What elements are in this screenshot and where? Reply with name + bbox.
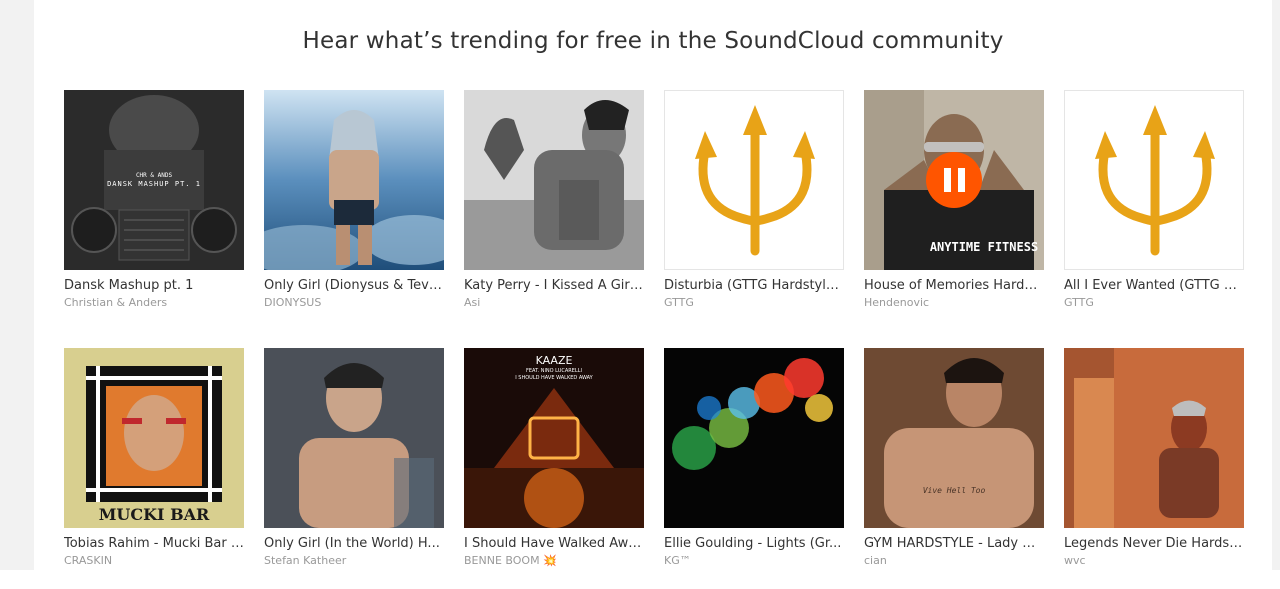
artwork-text: MUCKI BAR [98, 505, 210, 524]
track-artist[interactable]: Hendenovic [864, 296, 1044, 310]
trident-icon [665, 91, 843, 269]
artwork-image [264, 348, 444, 528]
artwork-text: ANYTIME FITNESS [929, 240, 1039, 254]
track-artist[interactable]: Stefan Katheer [264, 554, 444, 568]
track-artwork[interactable]: MUCKI BAR [64, 348, 244, 528]
track-tile: Only Girl (In the World) H... Stefan Kat… [264, 348, 444, 568]
artwork-text: KAAZE [535, 354, 573, 367]
track-artist[interactable]: Asi [464, 296, 644, 310]
trending-section: Hear what’s trending for free in the Sou… [34, 0, 1272, 570]
track-title[interactable]: Disturbia (GTTG Hardstyle... [664, 278, 844, 294]
track-tile: Ellie Goulding - Lights (Gr... KG™ [664, 348, 844, 568]
track-tile: Only Girl (Dionysus & Tevv... DIONYSUS [264, 90, 444, 310]
track-artwork[interactable] [664, 90, 844, 270]
track-tile: All I Ever Wanted (GTTG H... GTTG [1064, 90, 1244, 310]
track-title[interactable]: Only Girl (Dionysus & Tevv... [264, 278, 444, 294]
artwork-image [464, 90, 644, 270]
track-artwork[interactable] [464, 90, 644, 270]
track-tile: CHR & ANDS DANSK MASHUP PT. 1 Dansk Mash… [64, 90, 244, 310]
track-tile: KAAZE FEAT. NINO LUCARELLI I SHOULD HAVE… [464, 348, 644, 568]
track-artwork[interactable] [1064, 348, 1244, 528]
track-tile: ANYTIME FITNESS House of Memories Hardst… [864, 90, 1044, 310]
track-artist[interactable]: BENNE BOOM 💥 [464, 554, 644, 568]
page-bottom [0, 570, 1280, 589]
artwork-text: DANSK MASHUP PT. 1 [107, 180, 201, 188]
left-gutter [0, 0, 34, 570]
track-artist[interactable]: GTTG [1064, 296, 1244, 310]
track-artwork[interactable] [664, 348, 844, 528]
artwork-text: Vive Hell Too [922, 486, 986, 495]
track-artist[interactable]: GTTG [664, 296, 844, 310]
track-tile: Legends Never Die Hardst... wvc [1064, 348, 1244, 568]
track-title[interactable]: Tobias Rahim - Mucki Bar (... [64, 536, 244, 552]
track-artist[interactable]: DIONYSUS [264, 296, 444, 310]
track-artist[interactable]: cian [864, 554, 1044, 568]
track-artist[interactable]: wvc [1064, 554, 1244, 568]
pause-icon [943, 168, 965, 192]
track-title[interactable]: Only Girl (In the World) H... [264, 536, 444, 552]
track-artwork[interactable]: KAAZE FEAT. NINO LUCARELLI I SHOULD HAVE… [464, 348, 644, 528]
track-artwork[interactable]: CHR & ANDS DANSK MASHUP PT. 1 [64, 90, 244, 270]
track-title[interactable]: GYM HARDSTYLE - Lady G... [864, 536, 1044, 552]
track-artwork[interactable] [264, 90, 444, 270]
track-artist[interactable]: CRASKIN [64, 554, 244, 568]
track-tile: Vive Hell Too GYM HARDSTYLE - Lady G... … [864, 348, 1044, 568]
track-artwork[interactable] [264, 348, 444, 528]
track-title[interactable]: Dansk Mashup pt. 1 [64, 278, 244, 294]
track-title[interactable]: Ellie Goulding - Lights (Gr... [664, 536, 844, 552]
track-title[interactable]: All I Ever Wanted (GTTG H... [1064, 278, 1244, 294]
artwork-image [1064, 348, 1244, 528]
right-gutter [1272, 0, 1280, 570]
track-title[interactable]: Legends Never Die Hardst... [1064, 536, 1244, 552]
track-artwork[interactable]: Vive Hell Too [864, 348, 1044, 528]
artwork-small-text: I SHOULD HAVE WALKED AWAY [515, 375, 593, 381]
track-title[interactable]: Katy Perry - I Kissed A Girl ... [464, 278, 644, 294]
track-artwork[interactable]: ANYTIME FITNESS [864, 90, 1044, 270]
artwork-image [64, 348, 244, 528]
artwork-small-text: FEAT. NINO LUCARELLI [526, 368, 582, 374]
track-tile: MUCKI BAR Tobias Rahim - Mucki Bar (... … [64, 348, 244, 568]
track-artist[interactable]: KG™ [664, 554, 844, 568]
track-artwork[interactable] [1064, 90, 1244, 270]
trident-icon [1065, 91, 1243, 269]
track-tile: Katy Perry - I Kissed A Girl ... Asi [464, 90, 644, 310]
artwork-image [264, 90, 444, 270]
pause-button[interactable] [926, 152, 982, 208]
track-title[interactable]: I Should Have Walked Awa... [464, 536, 644, 552]
section-heading: Hear what’s trending for free in the Sou… [302, 28, 1004, 54]
track-tile: Disturbia (GTTG Hardstyle... GTTG [664, 90, 844, 310]
artwork-small-text: CHR & ANDS [135, 172, 173, 179]
track-title[interactable]: House of Memories Hardst... [864, 278, 1044, 294]
track-artist[interactable]: Christian & Anders [64, 296, 244, 310]
artwork-image [864, 348, 1044, 528]
artwork-image [664, 348, 844, 528]
